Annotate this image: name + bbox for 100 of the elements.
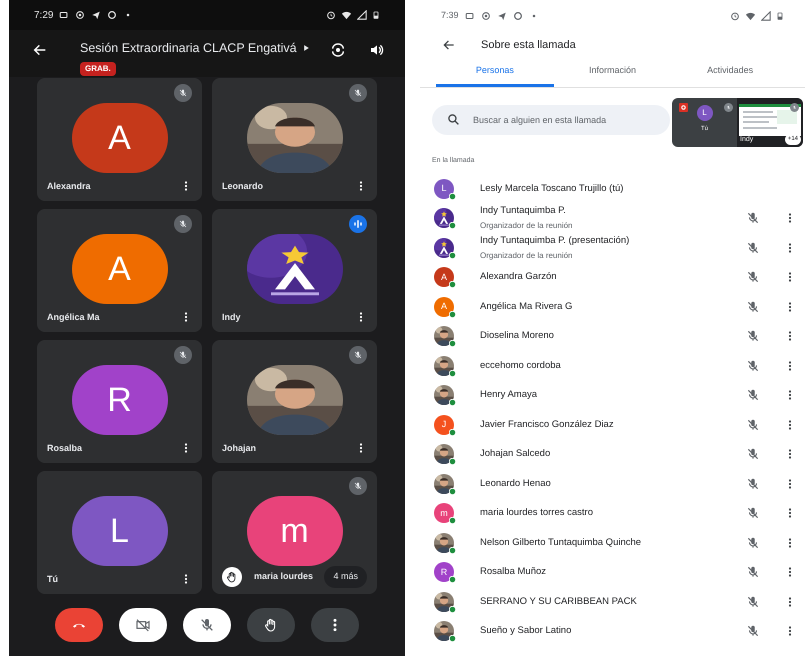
mute-icon	[746, 388, 760, 402]
avatar: A	[72, 234, 168, 304]
participant-row[interactable]: Dioselina Moreno	[420, 322, 805, 351]
more-icon	[334, 618, 336, 632]
participant-name: Indy	[222, 310, 241, 324]
recording-badge: GRAB.	[80, 62, 116, 76]
participant-row[interactable]: Indy Tuntaquimba P. (presentación) Organizador de la reunión	[420, 233, 805, 262]
end-call-button[interactable]	[55, 608, 103, 642]
participant-role: Organizador de la reunión	[480, 220, 573, 232]
participant-name: Alexandra Garzón	[480, 270, 557, 284]
more-participants-chip[interactable]: 4 más	[324, 566, 367, 588]
mute-icon	[746, 536, 760, 550]
phone-icon	[73, 624, 85, 628]
page-title: Sobre esta llamada	[481, 38, 576, 53]
avatar: m	[434, 503, 454, 524]
participant-row[interactable]: Johajan Salcedo	[420, 440, 805, 469]
status-time: 7:29	[34, 8, 54, 22]
avatar: R	[434, 562, 454, 582]
participant-name: Johajan Salcedo	[480, 447, 550, 462]
record-icon	[480, 11, 491, 21]
back-icon[interactable]	[32, 42, 48, 58]
avatar: L	[696, 105, 712, 121]
wifi-icon	[745, 11, 756, 21]
participant-name: maria lourdes	[254, 570, 314, 583]
participant-row[interactable]: Sueño y Sabor Latino	[420, 616, 805, 646]
avatar: m	[246, 496, 342, 566]
participant-name: Alexandra	[47, 180, 91, 192]
participant-name: Indy Tuntaquimba P.	[480, 204, 567, 218]
participant-name: Tú	[47, 572, 58, 586]
participant-row[interactable]: eccehomo cordoba	[420, 351, 805, 380]
participant-row[interactable]: A Angélica Ma Rivera G	[420, 292, 805, 322]
mute-icon	[790, 103, 799, 112]
screen-icon	[59, 10, 70, 20]
wifi-icon	[341, 10, 352, 20]
alarm-icon	[730, 11, 740, 21]
switch-camera-icon[interactable]	[329, 42, 347, 58]
status-time: 7:39	[441, 9, 459, 22]
mute-icon	[746, 300, 760, 314]
recording-icon	[679, 103, 688, 112]
mute-icon	[746, 418, 760, 432]
participant-name: Lesly Marcela Toscano Trujillo (tú)	[480, 182, 624, 196]
back-icon[interactable]	[442, 38, 456, 52]
participant-name: Dioselina Moreno	[480, 329, 554, 344]
participant-name: Angélica Ma	[47, 310, 100, 324]
hand-icon	[265, 618, 276, 632]
participant-name: Johajan	[222, 442, 256, 455]
participant-name: Nelson Gilberto Tuntaquimba Quinche	[480, 536, 642, 550]
participant-row[interactable]: A Alexandra Garzón	[420, 262, 805, 292]
speaker-icon[interactable]	[369, 42, 385, 58]
participant-name: Leonardo Henao	[480, 476, 551, 491]
participant-role: Organizador de la reunión	[480, 250, 574, 262]
mute-icon	[746, 211, 760, 226]
search-field[interactable]: Buscar a alguien en esta llamada	[432, 105, 670, 135]
mute-icon	[746, 329, 760, 344]
mute-icon	[746, 594, 760, 609]
mic-off-button[interactable]	[183, 608, 231, 642]
mute-icon	[746, 270, 760, 284]
participant-row[interactable]: L Lesly Marcela Toscano Trujillo (tú)	[420, 174, 805, 204]
send-icon	[496, 11, 507, 21]
participant-row[interactable]: Henry Amaya	[420, 380, 805, 410]
mute-icon	[746, 565, 760, 580]
alarm-icon	[326, 10, 336, 20]
participant-row[interactable]: Nelson Gilberto Tuntaquimba Quinche	[420, 528, 805, 558]
avatar: L	[72, 496, 168, 566]
avatar: R	[72, 365, 168, 435]
ring-icon	[512, 11, 523, 21]
tab[interactable]: Información	[554, 58, 672, 87]
avatar: A	[434, 296, 454, 317]
participant-name: Rosalba Muñoz	[480, 565, 546, 580]
participant-name: Angélica Ma Rivera G	[480, 300, 572, 314]
send-icon	[91, 10, 102, 20]
participant-row[interactable]: J Javier Francisco González Diaz	[420, 410, 805, 440]
avatar: A	[434, 267, 454, 288]
signal-icon	[357, 10, 367, 20]
participant-name: Sueño y Sabor Latino	[480, 624, 572, 638]
screen-icon	[464, 11, 475, 21]
participant-row[interactable]: R Rosalba Muñoz	[420, 558, 805, 587]
mute-icon	[724, 103, 733, 112]
tab[interactable]: Personas	[436, 58, 554, 87]
tab[interactable]: Actividades	[671, 58, 790, 87]
mute-icon	[746, 476, 760, 491]
call-title: Sesión Extraordinaria CLACP Engativá	[80, 40, 297, 57]
mute-icon	[746, 240, 760, 255]
participant-name: Leonardo	[222, 180, 264, 192]
participant-name: Henry Amaya	[480, 388, 538, 402]
participant-name: maria lourdes torres castro	[480, 506, 593, 520]
participant-name: Rosalba	[47, 442, 82, 454]
battery-icon	[776, 11, 784, 21]
participant-row[interactable]: Indy Tuntaquimba P. Organizador de la reunión	[420, 204, 805, 233]
participant-row[interactable]: m maria lourdes torres castro	[420, 498, 805, 528]
ring-icon	[107, 10, 118, 20]
camera-off-button[interactable]	[119, 608, 167, 642]
participant-row[interactable]: SERRANO Y SU CARIBBEAN PACK	[420, 587, 805, 616]
signal-icon	[761, 11, 771, 21]
avatar: A	[72, 103, 168, 173]
participant-row[interactable]: Leonardo Henao	[420, 469, 805, 498]
raise-hand-button[interactable]	[247, 608, 295, 642]
mute-icon	[746, 358, 760, 373]
avatar: J	[434, 414, 454, 435]
mute-icon	[201, 619, 213, 631]
